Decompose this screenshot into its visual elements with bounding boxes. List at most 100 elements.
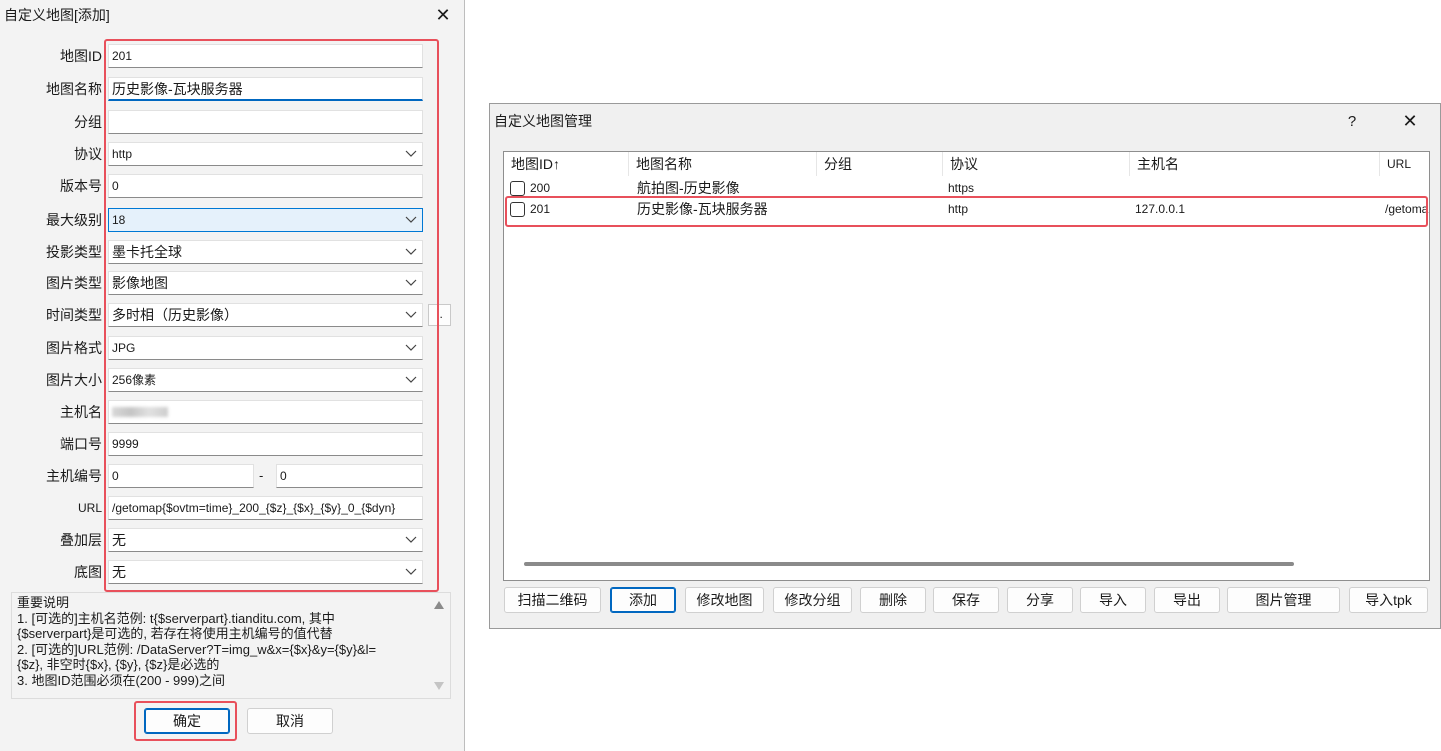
horizontal-scrollbar[interactable] xyxy=(524,562,1294,566)
save-button[interactable]: 保存 xyxy=(933,587,999,613)
row-version: 版本号 0 xyxy=(0,174,440,198)
map-list[interactable]: 地图ID↑ 地图名称 分组 协议 主机名 URL 200 航拍图-历史影像 ht… xyxy=(503,151,1430,581)
dialog-title: 自定义地图[添加] xyxy=(4,7,110,23)
cell-id: 201 xyxy=(530,202,551,216)
row-image-format: 图片格式 JPG xyxy=(0,336,440,360)
cell-id: 200 xyxy=(530,181,551,195)
row-map-id: 地图ID 201 xyxy=(0,44,440,68)
share-button[interactable]: 分享 xyxy=(1007,587,1073,613)
close-icon[interactable]: ✕ xyxy=(1396,109,1424,133)
label-max-level: 最大级别 xyxy=(46,212,102,228)
label-map-name: 地图名称 xyxy=(46,81,102,97)
label-overlay: 叠加层 xyxy=(60,532,102,548)
column-map-id[interactable]: 地图ID↑ xyxy=(504,152,629,176)
ok-button[interactable]: 确定 xyxy=(144,708,230,734)
image-manage-button[interactable]: 图片管理 xyxy=(1227,587,1340,613)
edit-map-button[interactable]: 修改地图 xyxy=(685,587,764,613)
notes-title: 重要说明 xyxy=(17,595,70,610)
host-input[interactable] xyxy=(108,400,423,424)
cell-url: /getoma xyxy=(1385,202,1429,216)
notes-line: 1. [可选的]主机名范例: t{$serverpart}.tianditu.c… xyxy=(17,610,335,626)
image-format-select[interactable]: JPG xyxy=(108,336,423,360)
cell-host: 127.0.0.1 xyxy=(1135,202,1186,216)
table-row[interactable]: 201 历史影像-瓦块服务器 http 127.0.0.1 /getoma xyxy=(504,199,1429,220)
row-base-map: 底图 无 xyxy=(0,560,440,584)
chevron-down-icon xyxy=(405,344,417,351)
column-protocol[interactable]: 协议 xyxy=(943,152,1130,176)
label-projection: 投影类型 xyxy=(46,244,102,260)
host-index-separator: - xyxy=(259,468,264,483)
help-icon[interactable]: ? xyxy=(1340,108,1364,134)
cancel-button[interactable]: 取消 xyxy=(247,708,333,734)
base-map-select[interactable]: 无 xyxy=(108,560,423,584)
label-map-id: 地图ID xyxy=(60,48,102,64)
row-group: 分组 xyxy=(0,110,440,134)
group-input[interactable] xyxy=(108,110,423,134)
table-row[interactable]: 200 航拍图-历史影像 https xyxy=(504,178,1429,199)
column-url[interactable]: URL xyxy=(1380,152,1429,176)
import-tpk-button[interactable]: 导入tpk xyxy=(1349,587,1428,613)
row-overlay: 叠加层 无 xyxy=(0,528,440,552)
export-button[interactable]: 导出 xyxy=(1154,587,1220,613)
time-type-select[interactable]: 多时相（历史影像） xyxy=(108,303,423,327)
chevron-down-icon xyxy=(405,536,417,543)
protocol-select[interactable]: http xyxy=(108,142,423,166)
row-time-type: 时间类型 多时相（历史影像） .. xyxy=(0,303,460,327)
delete-button[interactable]: 删除 xyxy=(860,587,926,613)
notes-line: {$serverpart}是可选的, 若存在将使用主机编号的值代替 xyxy=(17,626,333,641)
label-protocol: 协议 xyxy=(74,146,102,162)
row-projection: 投影类型 墨卡托全球 xyxy=(0,240,440,264)
row-image-type: 图片类型 影像地图 xyxy=(0,271,440,295)
row-protocol: 协议 http xyxy=(0,142,440,166)
map-name-input[interactable]: 历史影像-瓦块服务器 xyxy=(108,77,423,101)
row-host-index: 主机编号 0 - 0 xyxy=(0,464,440,488)
scroll-up-icon[interactable] xyxy=(434,601,444,609)
projection-select[interactable]: 墨卡托全球 xyxy=(108,240,423,264)
label-image-type: 图片类型 xyxy=(46,275,102,291)
notes-line: {$z}, 非空时{$x}, {$y}, {$z}是必选的 xyxy=(17,657,220,672)
close-icon[interactable]: ✕ xyxy=(429,3,457,27)
label-group: 分组 xyxy=(74,114,102,130)
chevron-down-icon xyxy=(405,150,417,157)
chevron-down-icon xyxy=(405,216,417,223)
map-id-input[interactable]: 201 xyxy=(108,44,423,68)
cell-protocol: http xyxy=(948,202,969,216)
add-button[interactable]: 添加 xyxy=(610,587,676,613)
notes-line: 3. 地图ID范围必须在(200 - 999)之间 xyxy=(17,672,226,688)
add-map-dialog: 自定义地图[添加] ✕ 地图ID 201 地图名称 历史影像-瓦块服务器 分组 … xyxy=(0,0,465,751)
version-input[interactable]: 0 xyxy=(108,174,423,198)
row-map-name: 地图名称 历史影像-瓦块服务器 xyxy=(0,77,440,101)
cell-name: 航拍图-历史影像 xyxy=(637,180,740,196)
cell-name: 历史影像-瓦块服务器 xyxy=(637,201,768,217)
max-level-select[interactable]: 18 xyxy=(108,208,423,232)
label-image-format: 图片格式 xyxy=(46,340,102,356)
label-version: 版本号 xyxy=(60,178,102,194)
time-type-more-button[interactable]: .. xyxy=(428,304,451,326)
scan-qr-button[interactable]: 扫描二维码 xyxy=(504,587,601,613)
chevron-down-icon xyxy=(405,279,417,286)
port-input[interactable]: 9999 xyxy=(108,432,423,456)
row-url: URL /getomap{$ovtm=time}_200_{$z}_{$x}_{… xyxy=(0,496,440,520)
dialog-title: 自定义地图管理 xyxy=(494,113,592,129)
map-manager-dialog: 自定义地图管理 ? ✕ 地图ID↑ 地图名称 分组 协议 主机名 URL 200… xyxy=(489,103,1441,629)
row-checkbox[interactable] xyxy=(510,181,525,196)
label-host: 主机名 xyxy=(60,404,102,420)
overlay-select[interactable]: 无 xyxy=(108,528,423,552)
label-port: 端口号 xyxy=(60,436,102,452)
edit-group-button[interactable]: 修改分组 xyxy=(773,587,852,613)
column-map-name[interactable]: 地图名称 xyxy=(629,152,817,176)
column-group[interactable]: 分组 xyxy=(817,152,943,176)
chevron-down-icon xyxy=(405,311,417,318)
blurred-host-value xyxy=(112,407,168,417)
list-header: 地图ID↑ 地图名称 分组 协议 主机名 URL xyxy=(504,152,1429,178)
host-index-from-input[interactable]: 0 xyxy=(108,464,254,488)
import-button[interactable]: 导入 xyxy=(1080,587,1146,613)
url-input[interactable]: /getomap{$ovtm=time}_200_{$z}_{$x}_{$y}_… xyxy=(108,496,423,520)
image-type-select[interactable]: 影像地图 xyxy=(108,271,423,295)
scroll-down-icon[interactable] xyxy=(434,682,444,690)
row-port: 端口号 9999 xyxy=(0,432,440,456)
host-index-to-input[interactable]: 0 xyxy=(276,464,423,488)
column-host[interactable]: 主机名 xyxy=(1130,152,1380,176)
row-checkbox[interactable] xyxy=(510,202,525,217)
image-size-select[interactable]: 256像素 xyxy=(108,368,423,392)
